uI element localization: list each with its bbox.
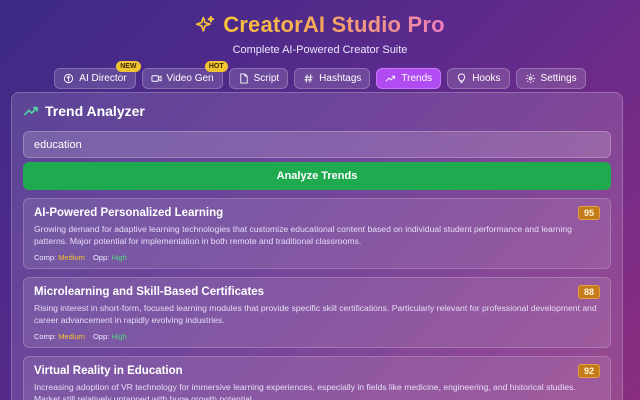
analyze-trends-button[interactable]: Analyze Trends: [23, 162, 611, 190]
trend-title: AI-Powered Personalized Learning: [34, 207, 224, 219]
opportunity-label: Opp:: [92, 332, 110, 341]
topic-search-input[interactable]: education: [23, 131, 611, 158]
gear-icon: [525, 73, 535, 84]
competition-label: Comp:: [34, 253, 57, 262]
trend-score-badge: 88: [577, 285, 600, 299]
trend-analyzer-panel: Trend Analyzer education Analyze Trends …: [11, 92, 623, 400]
panel-title-text: Trend Analyzer: [45, 103, 145, 119]
trending-up-icon: [23, 106, 38, 116]
tab-script[interactable]: Script: [228, 68, 289, 89]
trend-description: Growing demand for adaptive learning tec…: [34, 224, 572, 246]
competition-label: Comp:: [34, 332, 57, 341]
opportunity-value: High: [111, 253, 127, 262]
trend-card[interactable]: Microlearning and Skill-Based Certificat…: [23, 277, 611, 348]
document-icon: [239, 73, 248, 84]
competition-value: Medium: [58, 253, 85, 262]
competition-value: Medium: [58, 332, 85, 341]
new-badge: NEW: [116, 61, 141, 72]
tab-ai-director[interactable]: AI Director NEW: [54, 61, 141, 89]
tab-trends[interactable]: Trends: [376, 68, 442, 89]
trend-score-badge: 95: [577, 206, 600, 220]
trend-description: Rising interest in short-form, focused l…: [34, 303, 597, 325]
tab-hashtags[interactable]: Hashtags: [294, 68, 371, 89]
search-value: education: [34, 138, 82, 151]
hash-icon: [304, 74, 313, 83]
video-camera-icon: [150, 75, 162, 82]
tab-label: AI Director: [79, 73, 127, 84]
tab-label: Trends: [401, 73, 433, 84]
tab-label: Hooks: [472, 73, 501, 84]
tab-label: Script: [253, 73, 280, 84]
app-title: CreatorAI Studio Pro: [223, 12, 445, 37]
tab-label: Settings: [540, 73, 577, 84]
lightbulb-icon: [458, 73, 466, 84]
tab-video-gen[interactable]: Video Gen HOT: [141, 61, 228, 89]
sparkles-icon: [196, 15, 215, 32]
trend-title: Virtual Reality in Education: [34, 365, 183, 377]
title-row: CreatorAI Studio Pro: [0, 10, 640, 40]
trending-up-icon: [386, 75, 396, 82]
trend-card[interactable]: AI-Powered Personalized Learning 95 Grow…: [23, 198, 611, 269]
opportunity-label: Opp:: [92, 253, 110, 262]
trend-meta: Comp: Medium Opp: High: [34, 332, 600, 341]
trend-score-badge: 92: [577, 364, 600, 378]
trend-meta: Comp: Medium Opp: High: [34, 253, 600, 262]
app-subtitle: Complete AI-Powered Creator Suite: [232, 44, 408, 56]
panel-title: Trend Analyzer: [23, 101, 611, 121]
tab-settings[interactable]: Settings: [515, 68, 586, 89]
tab-hooks[interactable]: Hooks: [447, 68, 510, 89]
tab-label: Hashtags: [319, 73, 362, 84]
trend-description: Increasing adoption of VR technology for…: [34, 382, 576, 400]
app-header: CreatorAI Studio Pro Complete AI-Powered…: [0, 0, 640, 89]
hot-badge: HOT: [204, 61, 228, 72]
opportunity-value: High: [111, 332, 127, 341]
main-nav: AI Director NEW Video Gen HOT Script Has…: [0, 61, 640, 89]
tab-label: Video Gen: [166, 73, 214, 84]
trend-title: Microlearning and Skill-Based Certificat…: [34, 286, 265, 298]
trend-card[interactable]: Virtual Reality in Education 92 Increasi…: [23, 356, 611, 400]
brain-icon: [64, 73, 74, 84]
